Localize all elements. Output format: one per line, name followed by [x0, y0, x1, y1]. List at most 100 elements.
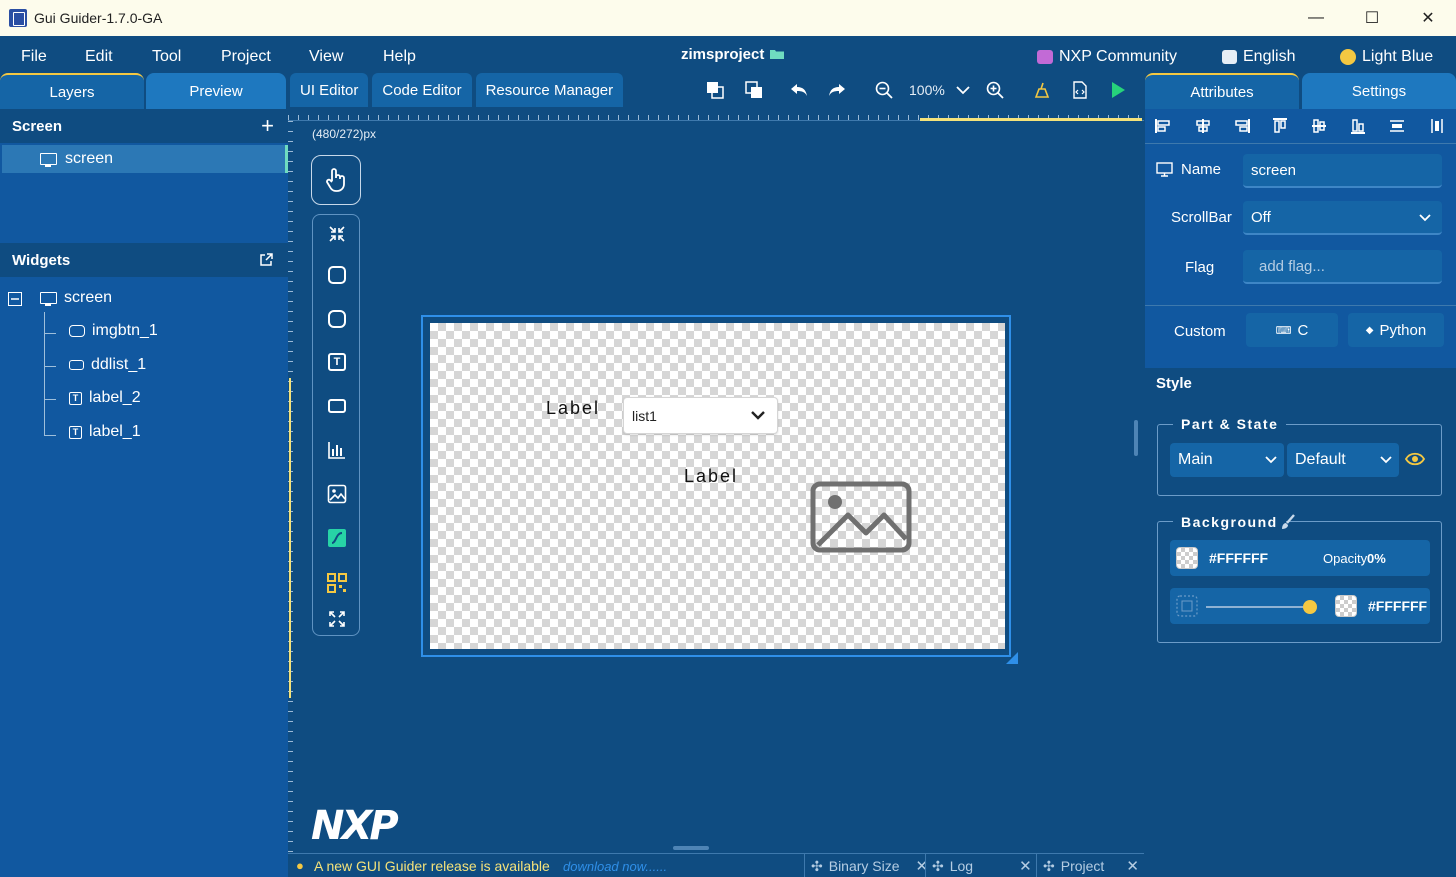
tab-settings[interactable]: Settings [1302, 73, 1456, 109]
eye-icon[interactable] [1405, 451, 1425, 467]
tree-item-imgbtn[interactable]: imgbtn_1 [69, 322, 158, 340]
flag-input[interactable]: add flag... [1243, 250, 1442, 284]
dropdown-icon [69, 360, 84, 370]
nxp-community-label: NXP Community [1059, 48, 1177, 65]
gradient-color-swatch[interactable] [1335, 595, 1357, 617]
status-tab-binary-size[interactable]: ✣ Binary Size ✕ [804, 854, 928, 877]
theme-selector[interactable]: Light Blue [1340, 48, 1433, 66]
tab-preview[interactable]: Preview [146, 73, 286, 109]
menu-help[interactable]: Help [383, 48, 416, 66]
custom-python-button[interactable]: ◆ Python [1348, 313, 1444, 347]
canvas-label-1[interactable]: Label [684, 466, 738, 487]
menu-tool[interactable]: Tool [152, 48, 181, 66]
label-icon: T [69, 425, 82, 439]
zoom-level[interactable]: 100% [909, 82, 945, 98]
gradient-slider-knob[interactable] [1303, 600, 1317, 614]
collapse-icon[interactable] [8, 292, 22, 306]
download-link[interactable]: download now...... [563, 859, 667, 874]
canvas-label-2[interactable]: Label [546, 398, 600, 419]
horizontal-scrollbar[interactable] [673, 846, 709, 850]
menu-view[interactable]: View [309, 48, 343, 66]
screen-list-item[interactable]: screen [2, 145, 288, 173]
screen-list-label: screen [65, 150, 114, 167]
bg-color-swatch[interactable] [1176, 547, 1198, 569]
tab-layers[interactable]: Layers [0, 73, 144, 109]
image-placeholder-icon[interactable] [810, 481, 912, 553]
align-center-v-icon[interactable] [1311, 118, 1327, 134]
part-select[interactable]: Main [1170, 443, 1284, 477]
zoom-in-icon[interactable] [985, 80, 1005, 100]
opacity-value: 0% [1367, 551, 1386, 566]
align-center-h-icon[interactable] [1195, 118, 1211, 134]
image-widget-icon[interactable] [326, 483, 348, 505]
distribute-h-icon[interactable] [1389, 118, 1405, 134]
align-right-icon[interactable] [1234, 118, 1250, 134]
button-widget-icon[interactable] [326, 264, 348, 286]
language-selector[interactable]: English [1222, 48, 1295, 66]
divider [1145, 143, 1456, 144]
vertical-scrollbar[interactable] [1134, 420, 1138, 456]
tree-item-screen[interactable]: screen [40, 289, 112, 307]
select-tool-button[interactable] [311, 155, 361, 205]
image-button-widget-icon[interactable] [326, 308, 348, 330]
chart-widget-icon[interactable] [326, 439, 348, 461]
close-icon[interactable]: ✕ [1126, 857, 1139, 875]
align-bottom-icon[interactable] [1350, 118, 1366, 134]
bg-color-row[interactable]: #FFFFFF Opacity 0% [1170, 540, 1430, 576]
undo-icon[interactable] [789, 80, 809, 100]
distribute-v-icon[interactable] [1429, 118, 1445, 134]
menu-file[interactable]: File [21, 48, 47, 66]
status-bar: ● A new GUI Guider release is available … [288, 853, 1144, 877]
ddlist-value: list1 [632, 407, 657, 424]
label-widget-icon[interactable]: T [326, 351, 348, 373]
tree-connector [44, 333, 56, 334]
menu-edit[interactable]: Edit [85, 48, 113, 66]
bring-front-icon[interactable] [705, 80, 725, 100]
maximize-button[interactable]: ☐ [1344, 0, 1400, 36]
run-icon[interactable] [1108, 80, 1128, 100]
clean-brush-icon[interactable] [1032, 80, 1052, 100]
align-left-icon[interactable] [1155, 118, 1171, 134]
project-name: zimsproject [681, 46, 785, 63]
bg-gradient-row[interactable]: #FFFFFF [1170, 588, 1430, 624]
animation-widget-icon[interactable] [326, 527, 348, 549]
gradient-slider-track[interactable] [1206, 600, 1317, 614]
add-screen-button[interactable]: + [261, 113, 274, 139]
canvas-ddlist[interactable]: list1 [623, 397, 778, 434]
generate-code-icon[interactable] [1070, 80, 1090, 100]
tab-ui-editor[interactable]: UI Editor [290, 73, 369, 107]
paint-brush-icon[interactable] [1280, 514, 1296, 530]
menu-project[interactable]: Project [221, 48, 271, 66]
tab-attributes[interactable]: Attributes [1145, 73, 1299, 109]
custom-c-button[interactable]: ⌨ C [1246, 313, 1338, 347]
hand-pointer-icon [326, 168, 345, 192]
minimize-button[interactable]: — [1288, 0, 1344, 36]
expand-toolbox-icon[interactable] [326, 608, 348, 630]
collapse-toolbox-icon[interactable] [326, 223, 348, 245]
container-widget-icon[interactable] [326, 395, 348, 417]
tree-item-ddlist[interactable]: ddlist_1 [69, 356, 146, 374]
send-back-icon[interactable] [744, 80, 764, 100]
tree-item-label-1[interactable]: T label_1 [69, 423, 141, 441]
zoom-dropdown-icon[interactable] [953, 80, 973, 100]
opacity-label: Opacity [1323, 551, 1368, 566]
tree-item-label-2[interactable]: T label_2 [69, 389, 141, 407]
status-tab-log[interactable]: ✣ Log ✕ [925, 854, 1032, 877]
resize-handle[interactable] [1006, 652, 1018, 664]
status-tab-project[interactable]: ✣ Project ✕ [1036, 854, 1139, 877]
tab-code-editor[interactable]: Code Editor [372, 73, 472, 107]
align-top-icon[interactable] [1272, 118, 1288, 134]
image-icon[interactable] [1176, 595, 1198, 617]
close-button[interactable]: ✕ [1400, 0, 1456, 36]
nxp-community-link[interactable]: NXP Community [1037, 48, 1177, 66]
scrollbar-select[interactable]: Off [1243, 201, 1442, 235]
tree-label: ddlist_1 [91, 356, 147, 373]
external-link-icon[interactable] [259, 253, 273, 267]
tab-resource-manager[interactable]: Resource Manager [475, 73, 624, 107]
qrcode-widget-icon[interactable] [326, 572, 348, 594]
name-input[interactable]: screen [1243, 154, 1442, 188]
redo-icon[interactable] [827, 80, 847, 100]
zoom-out-icon[interactable] [874, 80, 894, 100]
close-icon[interactable]: ✕ [1019, 857, 1032, 875]
state-select[interactable]: Default [1287, 443, 1399, 477]
